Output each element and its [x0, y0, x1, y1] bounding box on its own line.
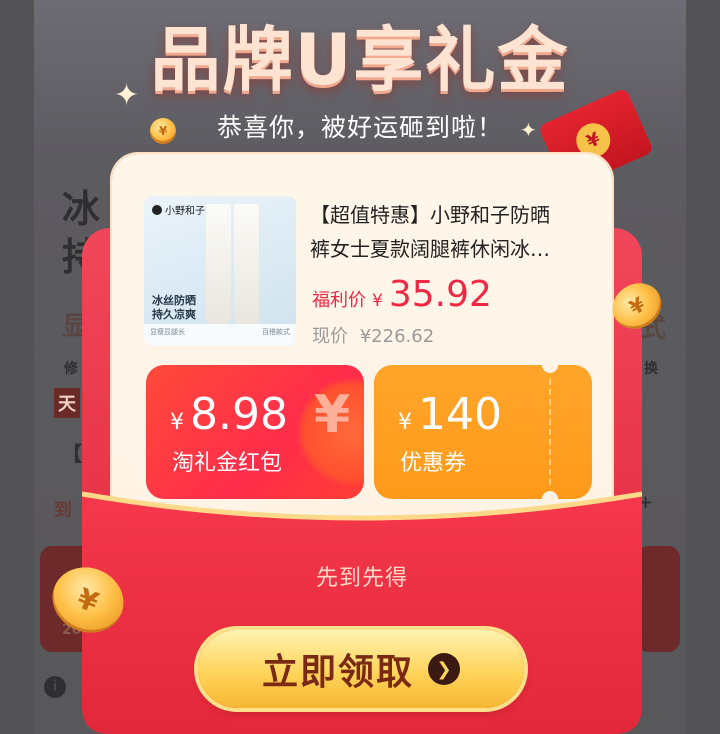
- claim-button-label: 立即领取: [261, 652, 414, 693]
- pants-image: [206, 204, 260, 324]
- first-come-notice: 先到先得: [315, 566, 408, 591]
- welfare-price-label: 福利价: [312, 290, 366, 311]
- coupon-currency: ¥: [170, 410, 184, 435]
- info-icon: i: [44, 676, 66, 698]
- discount-coupon[interactable]: ¥ 140 优惠券: [374, 365, 592, 499]
- product-image[interactable]: 小野和子 冰丝防晒 持久凉爽 显瘦显腿长 百搭款式: [144, 196, 296, 346]
- image-tagline: 冰丝防晒: [152, 294, 196, 307]
- coupon-amount: 140: [418, 389, 502, 440]
- coin-icon: ¥: [150, 118, 176, 144]
- arrow-right-icon: ❯: [428, 653, 460, 685]
- coupon-label: 淘礼金红包: [172, 451, 283, 476]
- welfare-price: 35.92: [388, 274, 492, 315]
- original-price-row: 现价 ¥226.62: [312, 322, 434, 348]
- bg-fragment: 换: [644, 361, 658, 377]
- sparkle-icon: ✦: [520, 118, 537, 142]
- sparkle-icon: ✦: [114, 78, 140, 113]
- bg-fragment: 冰: [62, 187, 101, 231]
- brand-name: 小野和子: [165, 206, 205, 217]
- currency-symbol: ¥: [372, 291, 383, 311]
- coupon-currency: ¥: [398, 410, 412, 435]
- bg-fragment: 【: [62, 442, 82, 466]
- red-envelope-front: 先到先得 立即领取 ❯: [82, 490, 642, 734]
- yuan-icon: ¥: [314, 385, 351, 445]
- coupon-amount: 8.98: [190, 389, 288, 440]
- coupon-label: 优惠券: [400, 451, 467, 476]
- image-footer-right: 百搭款式: [262, 328, 290, 336]
- product-title-line: 裤女士夏款阔腿裤休闲冰…: [310, 237, 550, 261]
- image-footer-left: 显瘦显腿长: [150, 328, 185, 336]
- product-title-line: 【超值特惠】小野和子防晒: [310, 203, 550, 227]
- bg-fragment: 到: [54, 500, 72, 521]
- product-card: 小野和子 冰丝防晒 持久凉爽 显瘦显腿长 百搭款式 【超值特惠】小野和子防晒 裤…: [112, 154, 612, 524]
- image-tagline: 持久凉爽: [152, 308, 196, 321]
- brand-logo-icon: [152, 204, 162, 215]
- bg-fragment: 天: [54, 388, 80, 418]
- claim-now-button[interactable]: 立即领取 ❯: [198, 630, 524, 708]
- original-price: ¥226.62: [359, 326, 435, 347]
- page-title: 品牌U享礼金: [150, 19, 570, 101]
- red-packet-coupon[interactable]: ¥ ¥ 8.98 淘礼金红包: [146, 365, 364, 499]
- bg-right-button: [636, 546, 680, 652]
- product-title[interactable]: 【超值特惠】小野和子防晒 裤女士夏款阔腿裤休闲冰…: [310, 198, 600, 266]
- welfare-price-row: 福利价 ¥ 35.92: [312, 274, 492, 315]
- bg-fragment: 修: [64, 361, 78, 377]
- original-price-label: 现价: [312, 326, 348, 347]
